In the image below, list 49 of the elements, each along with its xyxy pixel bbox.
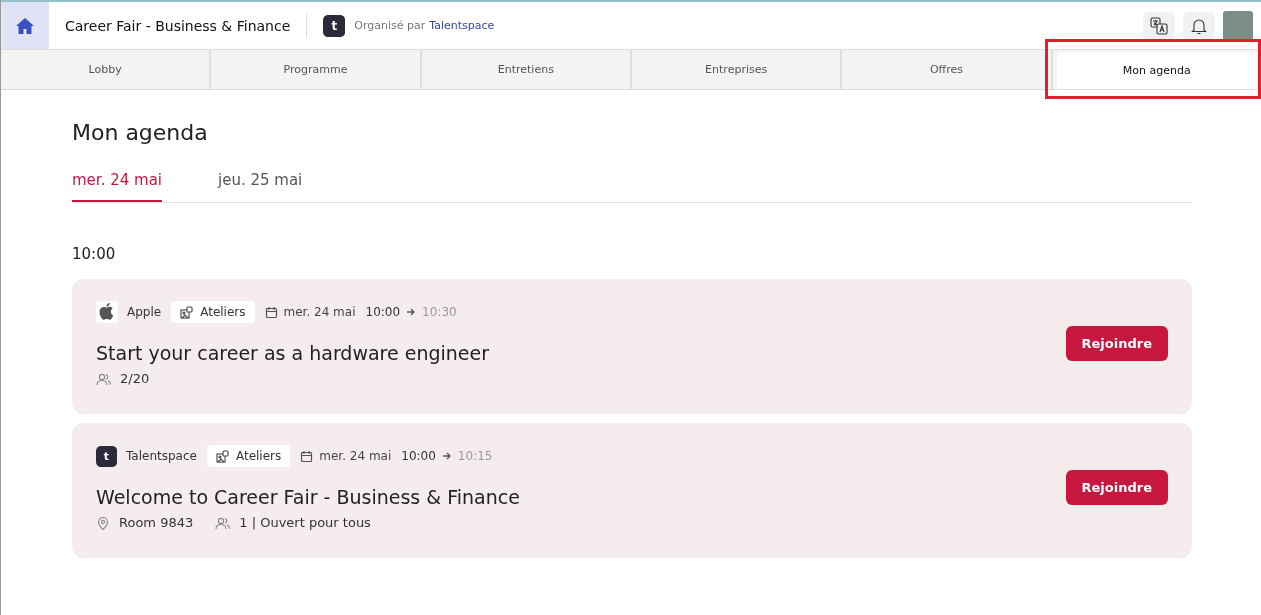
location-pin-icon — [96, 515, 110, 530]
session-date: mer. 24 mai — [283, 305, 356, 319]
organizer-label: Organisé par — [354, 19, 426, 32]
gallery-icon — [215, 449, 229, 463]
company-name: Talentspace — [126, 449, 197, 463]
avatar[interactable] — [1223, 10, 1253, 41]
nav-tab[interactable]: Entretiens — [421, 50, 630, 89]
people-icon — [215, 515, 231, 530]
home-icon — [16, 17, 34, 34]
translate-icon — [1150, 16, 1168, 35]
nav-tab[interactable]: Programme — [211, 50, 420, 89]
gallery-icon — [180, 305, 194, 319]
day-tab[interactable]: jeu. 25 mai — [218, 171, 303, 202]
bell-icon — [1190, 16, 1208, 35]
join-button[interactable]: Rejoindre — [1065, 326, 1168, 361]
session-date: mer. 24 mai — [319, 449, 392, 463]
day-tab[interactable]: mer. 24 mai — [72, 171, 162, 202]
attendee-count: 1 | Ouvert pour tous — [239, 515, 371, 530]
join-button[interactable]: Rejoindre — [1065, 470, 1168, 505]
arrow-icon — [406, 307, 417, 317]
nav-tab[interactable]: Entreprises — [632, 50, 841, 89]
apple-icon — [96, 301, 118, 323]
end-time: 10:30 — [422, 305, 457, 319]
session-title: Welcome to Career Fair - Business & Finance — [96, 486, 521, 508]
start-time: 10:00 — [365, 305, 401, 319]
tag-label: Ateliers — [200, 305, 246, 319]
attendee-count: 2/20 — [120, 371, 150, 386]
translate-button[interactable] — [1143, 11, 1175, 40]
room-label: Room 9843 — [119, 515, 194, 530]
people-icon — [96, 371, 111, 386]
page-title: Mon agenda — [72, 120, 209, 145]
company-name: Apple — [127, 305, 162, 319]
nav-tab[interactable]: Offres — [842, 50, 1051, 89]
event-title: Career Fair - Business & Finance — [65, 17, 291, 34]
company-logo: t — [96, 445, 117, 467]
home-button[interactable] — [1, 2, 49, 49]
start-time: 10:00 — [401, 449, 436, 463]
arrow-icon — [441, 451, 452, 461]
nav-tab[interactable]: Mon agenda — [1056, 52, 1257, 89]
tag-label: Ateliers — [235, 449, 282, 463]
end-time: 10:15 — [457, 449, 493, 463]
calendar-icon — [264, 305, 278, 319]
session-title: Start your career as a hardware engineer — [96, 342, 491, 364]
calendar-icon — [300, 449, 314, 463]
organizer-logo: t — [323, 14, 346, 37]
time-slot: 10:00 — [72, 245, 1192, 263]
notifications-button[interactable] — [1183, 11, 1215, 40]
organizer-link[interactable]: Talentspace — [429, 19, 495, 32]
nav-tab[interactable]: Lobby — [1, 50, 210, 89]
